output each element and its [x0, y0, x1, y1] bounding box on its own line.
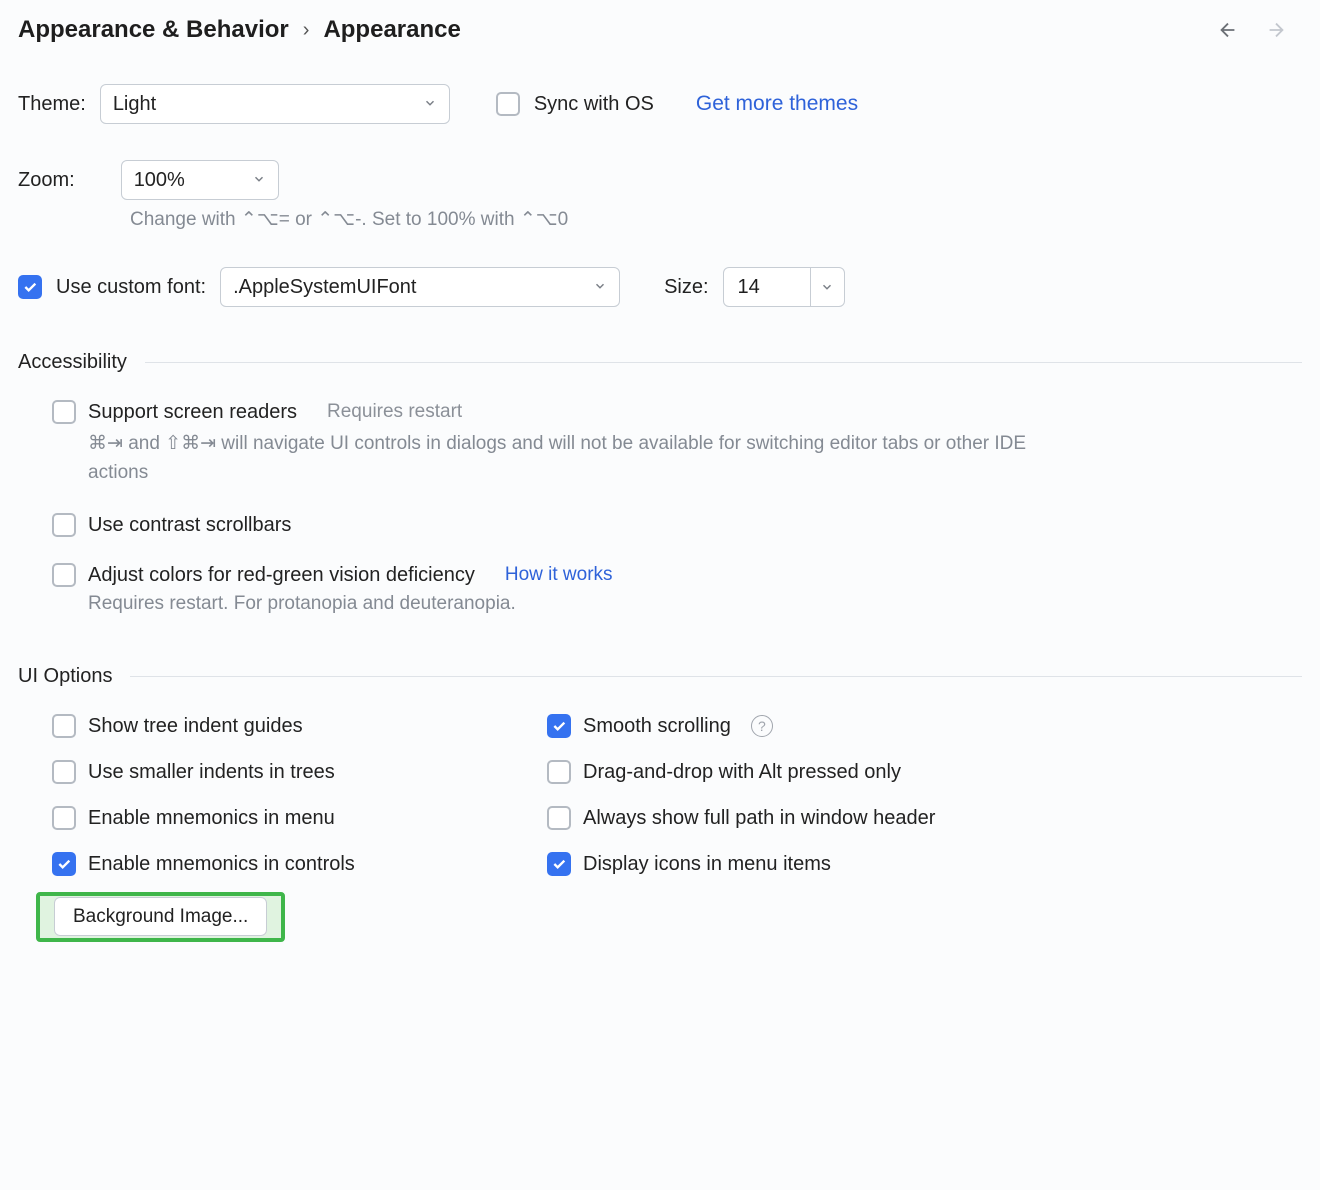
color-deficiency-checkbox[interactable] — [52, 563, 76, 587]
accessibility-title: Accessibility — [18, 351, 127, 374]
requires-restart-label: Requires restart — [327, 401, 462, 423]
full_path-option: Always show full path in window header — [547, 806, 1302, 830]
use-custom-font-label: Use custom font: — [56, 276, 206, 299]
chevron-down-icon — [252, 169, 266, 192]
theme-value: Light — [113, 93, 156, 116]
dnd_alt-checkbox[interactable] — [547, 760, 571, 784]
smaller_indents-label: Use smaller indents in trees — [88, 761, 335, 784]
tree_guides-label: Show tree indent guides — [88, 715, 303, 738]
smaller_indents-checkbox[interactable] — [52, 760, 76, 784]
smaller_indents-option: Use smaller indents in trees — [52, 760, 527, 784]
font-size-label: Size: — [664, 276, 708, 299]
contrast-scrollbars-checkbox[interactable] — [52, 513, 76, 537]
icons_menu-option: Display icons in menu items — [547, 852, 1302, 876]
mnemonics_controls-label: Enable mnemonics in controls — [88, 853, 355, 876]
zoom-select[interactable]: 100% — [121, 160, 279, 200]
zoom-hint: Change with ⌃⌥= or ⌃⌥-. Set to 100% with… — [18, 208, 1302, 231]
zoom-value: 100% — [134, 169, 185, 192]
sync-os-checkbox[interactable] — [496, 92, 520, 116]
chevron-down-icon[interactable] — [810, 268, 844, 306]
background-image-highlight: Background Image... — [36, 892, 285, 942]
icons_menu-checkbox[interactable] — [547, 852, 571, 876]
theme-label: Theme: — [18, 93, 86, 116]
screen-readers-label: Support screen readers — [88, 401, 297, 424]
sync-os-label: Sync with OS — [534, 93, 654, 116]
tree_guides-checkbox[interactable] — [52, 714, 76, 738]
tree_guides-option: Show tree indent guides — [52, 714, 527, 738]
screen-readers-hint: ⌘⇥ and ⇧⌘⇥ will navigate UI controls in … — [18, 430, 1028, 487]
font-family-value: .AppleSystemUIFont — [233, 276, 416, 299]
ui-options-title: UI Options — [18, 665, 112, 688]
dnd_alt-option: Drag-and-drop with Alt pressed only — [547, 760, 1302, 784]
smooth_scrolling-option: Smooth scrolling? — [547, 714, 1302, 738]
contrast-scrollbars-label: Use contrast scrollbars — [88, 514, 291, 537]
breadcrumb: Appearance & Behavior › Appearance — [18, 16, 461, 44]
divider — [145, 362, 1302, 363]
background-image-button[interactable]: Background Image... — [54, 897, 267, 936]
mnemonics_controls-checkbox[interactable] — [52, 852, 76, 876]
full_path-label: Always show full path in window header — [583, 807, 935, 830]
dnd_alt-label: Drag-and-drop with Alt pressed only — [583, 761, 901, 784]
how-it-works-link[interactable]: How it works — [505, 564, 613, 586]
theme-select[interactable]: Light — [100, 84, 450, 124]
chevron-down-icon — [423, 93, 437, 116]
icons_menu-label: Display icons in menu items — [583, 853, 831, 876]
chevron-down-icon — [593, 276, 607, 299]
get-more-themes-link[interactable]: Get more themes — [696, 92, 858, 116]
mnemonics_menu-checkbox[interactable] — [52, 806, 76, 830]
mnemonics_menu-option: Enable mnemonics in menu — [52, 806, 527, 830]
color-deficiency-label: Adjust colors for red-green vision defic… — [88, 564, 475, 587]
zoom-label: Zoom: — [18, 169, 75, 192]
mnemonics_menu-label: Enable mnemonics in menu — [88, 807, 335, 830]
mnemonics_controls-option: Enable mnemonics in controls — [52, 852, 527, 876]
breadcrumb-parent[interactable]: Appearance & Behavior — [18, 16, 289, 44]
font-size-value: 14 — [724, 268, 810, 306]
color-deficiency-hint: Requires restart. For protanopia and deu… — [18, 593, 1302, 615]
screen-readers-checkbox[interactable] — [52, 400, 76, 424]
forward-button[interactable] — [1262, 16, 1290, 44]
font-family-select[interactable]: .AppleSystemUIFont — [220, 267, 620, 307]
smooth_scrolling-label: Smooth scrolling — [583, 715, 731, 738]
smooth_scrolling-checkbox[interactable] — [547, 714, 571, 738]
back-button[interactable] — [1214, 16, 1242, 44]
font-size-select[interactable]: 14 — [723, 267, 845, 307]
full_path-checkbox[interactable] — [547, 806, 571, 830]
breadcrumb-current: Appearance — [323, 16, 460, 44]
divider — [130, 676, 1302, 677]
chevron-right-icon: › — [303, 19, 310, 42]
use-custom-font-checkbox[interactable] — [18, 275, 42, 299]
help-icon[interactable]: ? — [751, 715, 773, 737]
